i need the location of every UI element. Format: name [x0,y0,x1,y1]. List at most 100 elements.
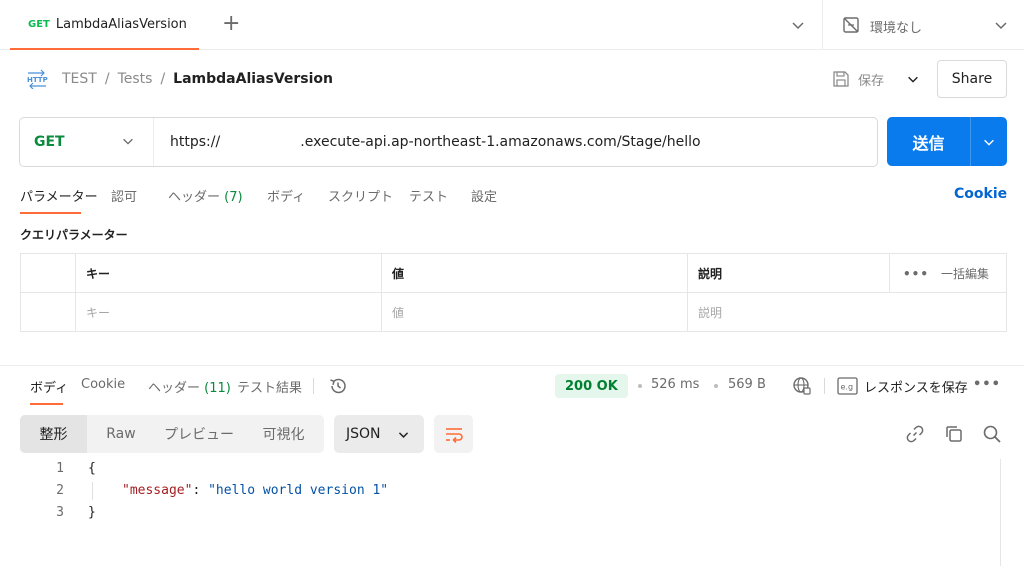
language-select[interactable]: JSON [334,415,424,453]
column-header-value: 値 [392,267,405,281]
tab-params[interactable]: パラメーター [20,186,98,205]
cookies-link[interactable]: Cookie [954,186,1007,202]
example-icon: e.g [837,377,858,395]
column-header-description: 説明 [698,267,723,281]
search-icon[interactable] [982,424,1002,444]
divider [75,254,76,331]
tab-body[interactable]: ボディ [267,186,305,205]
copy-icon[interactable] [944,424,964,444]
chevron-down-icon [398,432,409,438]
save-response-button[interactable]: レスポンスを保存 [864,377,968,396]
tab-method-badge: GET [28,18,50,30]
format-segmented-control: 整形 Raw プレビュー 可視化 [20,415,324,453]
code-line: } [88,505,96,520]
divider [381,254,382,331]
column-header-key: キー [86,267,111,281]
breadcrumb-separator: / [160,71,166,87]
line-number: 3 [56,505,64,520]
request-name[interactable]: LambdaAliasVersion [173,71,333,87]
chevron-down-icon[interactable] [790,17,806,33]
table-row: キー 値 説明 [21,293,1006,332]
response-tab-body[interactable]: ボディ [30,377,68,396]
more-options-icon[interactable]: ••• [903,267,929,281]
pane-divider[interactable] [0,365,1024,366]
tab-headers-label: ヘッダー [168,190,221,205]
param-key-input[interactable]: キー [76,293,382,332]
request-tab-active[interactable]: GET LambdaAliasVersion [10,0,199,50]
no-environment-icon [843,17,859,33]
method-value: GET [34,134,65,150]
line-number: 1 [56,461,64,476]
more-options-icon[interactable]: ••• [973,377,1001,392]
response-tab-headers[interactable]: ヘッダー (11) [148,377,231,396]
send-options-button[interactable] [970,117,1007,166]
svg-text:e.g: e.g [841,383,854,392]
tab-settings[interactable]: 設定 [471,186,497,205]
breadcrumb-collection[interactable]: TEST [62,71,97,87]
format-raw[interactable]: Raw [87,415,155,453]
tab-authorization[interactable]: 認可 [111,186,137,205]
code-line: "message": "hello world version 1" [122,480,388,502]
format-pretty[interactable]: 整形 [20,415,87,453]
param-description-input[interactable]: 説明 [688,293,1006,332]
save-button[interactable]: 保存 [832,66,884,92]
format-visualize[interactable]: 可視化 [243,415,324,453]
tab-tests[interactable]: テスト [409,186,448,205]
save-icon [833,71,849,87]
bulk-edit-label: 一括編集 [941,267,990,281]
environment-selector[interactable]: 環境なし [870,17,922,36]
table-header-row: キー 値 説明 ••• 一括編集 [21,254,1006,293]
tab-bar: GET LambdaAliasVersion + 環境なし [0,0,1024,50]
chevron-down-icon [123,138,133,145]
active-tab-indicator [30,403,63,405]
separator-dot [714,384,718,388]
response-size[interactable]: 569 B [728,377,766,392]
http-icon: HTTP [27,69,48,89]
divider [822,0,823,50]
history-icon[interactable] [328,376,348,396]
wrap-lines-button[interactable] [434,415,473,453]
chevron-down-icon[interactable] [993,17,1009,33]
format-preview[interactable]: プレビュー [155,415,243,453]
param-value-input[interactable]: 値 [382,293,688,332]
divider [687,254,688,331]
json-colon: : [192,483,209,498]
tab-scripts[interactable]: スクリプト [328,186,393,205]
query-params-table: キー 値 説明 ••• 一括編集 キー 値 説明 [20,253,1007,332]
separator-dot [638,384,642,388]
save-options-button[interactable] [897,60,929,98]
divider [889,254,890,293]
response-tab-test-results[interactable]: テスト結果 [237,377,302,396]
code-line: { [88,461,96,476]
link-icon[interactable] [905,424,925,444]
divider [313,378,314,394]
json-key: "message" [122,483,193,498]
response-tab-cookies[interactable]: Cookie [81,377,125,392]
tab-title: LambdaAliasVersion [55,16,187,32]
breadcrumb-separator: / [104,71,110,87]
response-time[interactable]: 526 ms [651,377,699,392]
share-button[interactable]: Share [937,60,1007,98]
scrollbar[interactable] [1000,459,1001,566]
chevron-down-icon [984,139,994,146]
plus-icon[interactable]: + [222,12,240,36]
query-params-title: クエリパラメーター [20,228,128,242]
tab-headers[interactable]: ヘッダー (7) [168,186,243,205]
divider [824,378,825,394]
chevron-down-icon [908,76,918,83]
method-select[interactable]: GET [20,118,154,166]
bulk-edit-button[interactable]: ••• 一括編集 [903,254,989,293]
breadcrumb: HTTP TEST / Tests / LambdaAliasVersion [26,68,333,90]
send-button[interactable]: 送信 [887,117,970,166]
indent-guide [92,482,93,500]
url-input[interactable]: https:// .execute-api.ap-northeast-1.ama… [170,118,701,166]
status-badge[interactable]: 200 OK [555,374,628,398]
svg-text:HTTP: HTTP [27,76,48,84]
wrap-lines-icon [445,428,463,443]
line-number: 2 [56,483,64,498]
url-bar: GET https:// .execute-api.ap-northeast-1… [19,117,878,167]
active-tab-indicator [20,212,81,214]
response-tab-headers-count: (11) [204,381,231,396]
breadcrumb-folder[interactable]: Tests [118,71,153,87]
globe-icon[interactable] [792,376,812,396]
